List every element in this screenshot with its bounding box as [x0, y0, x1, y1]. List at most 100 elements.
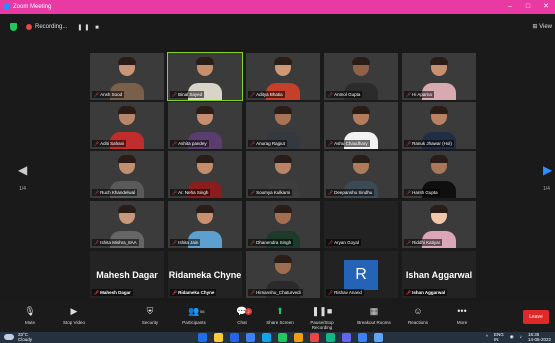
participant-tile[interactable]: 🎤︎Himanshu_Chaturvedi: [246, 251, 320, 298]
taskbar-app-icon[interactable]: [246, 333, 255, 342]
prev-page-arrow-icon[interactable]: ◀: [18, 163, 27, 177]
weather-widget[interactable]: 33°C Cloudy: [18, 332, 32, 342]
participant-tile[interactable]: 🎤︎Ranuk Jhawar (Hol): [402, 102, 476, 149]
participant-name-tag: 🎤︎Aditi Sahani: [92, 140, 127, 147]
participant-name-tag: 🎤︎Ruch Khandelwal: [92, 189, 138, 196]
participant-tile[interactable]: 🎤︎Ashita pandey: [168, 102, 242, 149]
participant-tile[interactable]: 🎤︎Aditi Sahani: [90, 102, 164, 149]
taskbar-app-icon[interactable]: [374, 333, 383, 342]
recording-label: Recording...: [35, 24, 68, 30]
breakout-rooms-button[interactable]: ▦ Breakout Rooms: [352, 306, 396, 325]
prev-page-number: 1/4: [19, 186, 26, 192]
participant-name: Binal Sayed: [178, 92, 203, 97]
participant-tile[interactable]: 🎤︎Ruch Khandelwal: [90, 151, 164, 198]
share-screen-button[interactable]: ⬆ Share Screen: [258, 306, 302, 325]
participant-tile[interactable]: Mahesh Dagar 🎤︎Mahesh Dagar: [90, 251, 164, 298]
participant-tile[interactable]: 🎤︎Dhanendra Singh: [246, 201, 320, 248]
zoom-app-icon: [4, 4, 10, 10]
toolbar-label: Participants: [182, 320, 206, 325]
language-indicator[interactable]: ENG IN: [494, 332, 504, 342]
toolbar-label: Pause/Stop Recording: [310, 320, 334, 330]
participant-name-tag: 🎤︎Aryan Goyal: [326, 239, 361, 246]
participant-tile[interactable]: 🎤︎Ashu Chaudhary: [324, 102, 398, 149]
more-icon: •••: [457, 306, 467, 316]
participant-tile[interactable]: 🎤︎Harsh Gupta: [402, 151, 476, 198]
chat-unread-badge: 2: [245, 308, 252, 315]
participant-name: Aditi Sahani: [100, 141, 125, 146]
toolbar-label: Mute: [24, 320, 35, 325]
participant-tile[interactable]: R 🎤︎Rishav Anand: [324, 251, 398, 298]
wifi-icon[interactable]: ◉: [510, 335, 514, 340]
participant-tile[interactable]: 🎤︎Hi Aparna: [402, 53, 476, 100]
participant-tile[interactable]: Ishan Aggarwal 🎤︎Ishan Aggarwal: [402, 251, 476, 298]
taskbar-app-icon[interactable]: [358, 333, 367, 342]
view-button[interactable]: ⊞ View: [532, 23, 552, 30]
participant-tile[interactable]: 🎤︎Binal Sayed: [167, 52, 243, 101]
participant-tile[interactable]: Ridameka Chyne 🎤︎Ridameka Chyne: [168, 251, 242, 298]
minimize-button[interactable]: –: [501, 0, 519, 14]
security-button[interactable]: ⛨ Security: [128, 306, 172, 325]
taskbar-app-icon[interactable]: [294, 333, 303, 342]
pause-stop-controls[interactable]: ❚❚ ■: [77, 24, 100, 31]
windows-taskbar: 33°C Cloudy ^ ENG IN ◉ ♪ 15:36 14-05-202…: [0, 332, 555, 343]
taskbar-app-icon[interactable]: [326, 333, 335, 342]
muted-mic-icon: 🎤︎: [250, 141, 256, 146]
security-icon: ⛨: [146, 306, 154, 316]
participant-tile[interactable]: 🎤︎Ishita Jain: [168, 201, 242, 248]
maximize-button[interactable]: □: [519, 0, 537, 14]
participant-tile[interactable]: 🎤︎Soumya Kulkarni: [246, 151, 320, 198]
participant-name: Ishita Mishra_8AA: [100, 240, 137, 245]
taskbar-app-icon[interactable]: [214, 333, 223, 342]
toolbar-label: Chat: [237, 320, 247, 325]
taskbar-app-icon[interactable]: [230, 333, 239, 342]
participant-name: Ishan Aggarwal: [412, 290, 446, 295]
tray-chevron-icon[interactable]: ^: [486, 335, 488, 340]
taskbar-app-icon[interactable]: [198, 333, 207, 342]
recording-indicator[interactable]: Recording... ❚❚ ■: [26, 24, 101, 31]
participant-tile[interactable]: 🎤︎Deepanshu Sindhu: [324, 151, 398, 198]
close-button[interactable]: ✕: [537, 0, 555, 14]
taskbar-app-icon[interactable]: [278, 333, 287, 342]
lang-region: IN: [494, 336, 499, 342]
participant-tile[interactable]: 🎤︎Ar. Neha Singh: [168, 151, 242, 198]
volume-icon[interactable]: ♪: [520, 335, 522, 340]
participant-name-tag: 🎤︎Ashu Chaudhary: [326, 140, 370, 147]
taskbar-app-icon[interactable]: [262, 333, 271, 342]
participants-button[interactable]: 👥 56 Participants: [172, 306, 216, 325]
participant-name-tag: 🎤︎Anmol Gupta: [326, 91, 363, 98]
participant-tile[interactable]: 🎤︎Ishita Mishra_8AA: [90, 201, 164, 248]
muted-mic-icon: 🎤︎: [94, 290, 100, 295]
window-title: Zoom Meeting: [13, 4, 52, 10]
muted-mic-icon: 🎤︎: [328, 240, 334, 245]
next-page-arrow-icon[interactable]: ▶: [543, 163, 552, 177]
participant-tile[interactable]: 🎤︎Riddhi Katiyar: [402, 201, 476, 248]
stop-video-button[interactable]: ▶ Stop Video: [52, 306, 96, 325]
clock[interactable]: 15:36 14-05-2022: [527, 332, 551, 342]
muted-mic-icon: 🎤︎: [250, 290, 256, 295]
leave-button[interactable]: Leave: [523, 310, 549, 324]
participant-name-tag: 🎤︎Aditya Bhatia: [248, 91, 285, 98]
participant-name-tag: 🎤︎Binal Sayed: [170, 91, 205, 98]
security-shield-icon[interactable]: [10, 23, 17, 31]
participant-tile[interactable]: 🎤︎Anurag Rajput: [246, 102, 320, 149]
participant-tile[interactable]: 🎤︎Ansh Sood: [90, 53, 164, 100]
participant-tile[interactable]: 🎤︎Aryan Goyal: [324, 201, 398, 248]
participant-name: Hi Aparna: [412, 92, 432, 97]
participant-tile[interactable]: 🎤︎Aditya Bhatia: [246, 53, 320, 100]
mute-icon: 🎙: [24, 306, 36, 316]
muted-mic-icon: 🎤︎: [172, 141, 178, 146]
reactions-button[interactable]: ☺ Reactions: [396, 306, 440, 325]
participant-display-name: Mahesh Dagar: [96, 269, 158, 280]
participant-name: Dhanendra Singh: [256, 240, 292, 245]
taskbar-app-icon[interactable]: [310, 333, 319, 342]
more-button[interactable]: ••• More: [440, 306, 484, 325]
clock-date: 14-05-2022: [527, 336, 551, 342]
participant-tile[interactable]: 🎤︎Anmol Gupta: [324, 53, 398, 100]
participant-name-tag: 🎤︎Dhanendra Singh: [248, 239, 294, 246]
participant-name: Anmol Gupta: [334, 92, 361, 97]
recording-button[interactable]: ❚❚■ Pause/Stop Recording: [300, 306, 344, 330]
taskbar-app-icon[interactable]: [342, 333, 351, 342]
mute-button[interactable]: 🎙 Mute: [8, 306, 52, 325]
avatar-letter: R: [344, 259, 378, 290]
participant-name: Aditya Bhatia: [256, 92, 283, 97]
